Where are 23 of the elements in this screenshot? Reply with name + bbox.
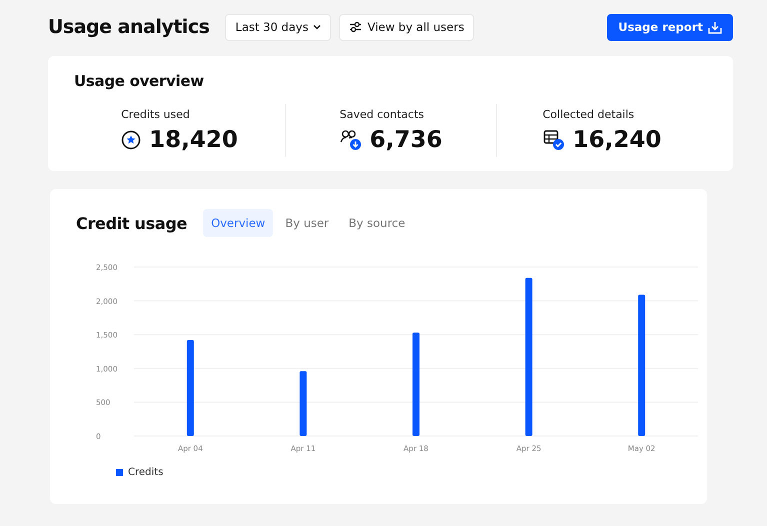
stat-value: 6,736	[370, 127, 442, 153]
stat-value: 18,420	[149, 127, 238, 153]
people-download-icon	[340, 129, 362, 151]
period-dropdown[interactable]: Last 30 days	[225, 14, 332, 40]
usage-report-button[interactable]: Usage report	[607, 14, 733, 40]
card-title: Credit usage	[76, 214, 188, 232]
legend-label: Credits	[128, 467, 164, 478]
view-users-button[interactable]: View by all users	[339, 14, 474, 40]
stat-value: 16,240	[572, 127, 662, 153]
chart-tab[interactable]: By source	[340, 209, 414, 237]
sliders-icon	[349, 21, 362, 33]
download-icon	[708, 20, 722, 34]
chart-tab[interactable]: By user	[277, 209, 337, 237]
credits-bar	[300, 371, 307, 436]
table-check-icon	[542, 129, 565, 151]
stat-label: Credits used	[121, 108, 191, 121]
stat-label: Saved contacts	[340, 108, 425, 121]
page-title: Usage analytics	[48, 16, 210, 38]
star-coin-icon	[121, 130, 142, 150]
stat-label: Collected details	[542, 108, 636, 121]
card-title: Usage overview	[74, 72, 205, 90]
chevron-down-icon	[313, 24, 322, 30]
chart-tab[interactable]: Overview	[203, 209, 274, 237]
